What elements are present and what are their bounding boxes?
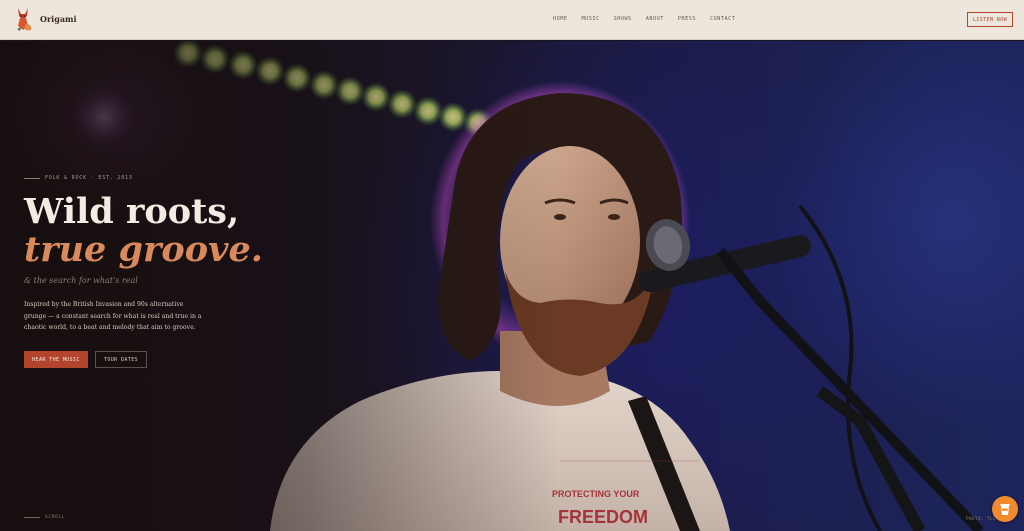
tour-dates-button[interactable]: TOUR DATES (95, 351, 147, 368)
nav-contact[interactable]: CONTACT (710, 16, 735, 22)
nav-home[interactable]: HOME (553, 16, 568, 22)
eyebrow-divider (24, 177, 40, 179)
logo-text: Origami (40, 14, 77, 24)
photo-credit: PHOTO: TLC (966, 517, 996, 522)
support-button[interactable] (992, 496, 1018, 522)
hero-headline: Wild roots, true groove. (24, 193, 263, 269)
logo[interactable]: Origami (12, 6, 77, 32)
hero-tagline: & the search for what's real (24, 276, 138, 285)
fox-icon (17, 8, 32, 31)
nav-music[interactable]: MUSIC (582, 16, 600, 22)
nav-shows[interactable]: SHOWS (614, 16, 632, 22)
scroll-divider (24, 517, 40, 518)
headline-line1: Wild roots, (24, 191, 240, 232)
hero-eyebrow: FOLK & ROCK · EST. 2013 (24, 175, 133, 181)
listen-now-button[interactable]: LISTEN NOW (967, 12, 1013, 27)
hear-the-music-button[interactable]: HEAR THE MUSIC (24, 351, 88, 368)
coffee-cup-icon (1000, 504, 1010, 515)
nav-press[interactable]: PRESS (678, 16, 696, 22)
headline-line2: true groove. (24, 229, 263, 270)
tshirt-text-line2: FREEDOM (558, 507, 648, 527)
tshirt-text-line1: PROTECTING YOUR (552, 489, 640, 499)
scroll-label: SCROLL (45, 515, 66, 520)
main-nav: HOME MUSIC SHOWS ABOUT PRESS CONTACT (553, 16, 735, 22)
hero-description: Inspired by the British Invasion and 90s… (24, 301, 202, 331)
scroll-indicator[interactable]: SCROLL (24, 515, 65, 520)
hero-section: PROTECTING YOUR FREEDOM FOLK & ROCK · ES… (0, 41, 1024, 531)
nav-about[interactable]: ABOUT (646, 16, 664, 22)
site-header: Origami HOME MUSIC SHOWS ABOUT PRESS CON… (0, 0, 1024, 40)
hero-overlay (0, 41, 560, 531)
eyebrow-text: FOLK & ROCK · EST. 2013 (45, 175, 133, 181)
